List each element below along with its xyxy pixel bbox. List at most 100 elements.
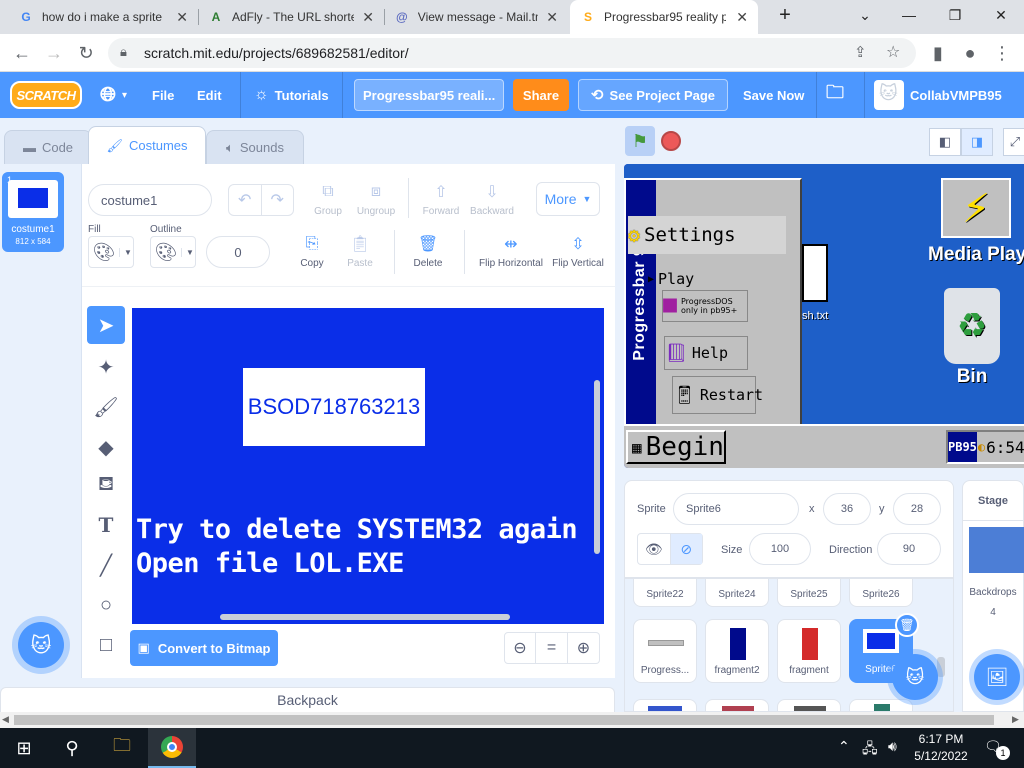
restore-icon[interactable]: ❐: [932, 0, 978, 30]
zoom-in-button[interactable]: ⊕: [568, 632, 600, 664]
menu-item-progressdos[interactable]: ⬛︎ ProgressDOS only in pb95+: [662, 290, 748, 322]
scroll-right-icon[interactable]: ▶: [1012, 714, 1019, 725]
choose-sprite-button[interactable]: 🐱︎: [892, 654, 938, 700]
sprite-tile[interactable]: [633, 699, 697, 711]
sprite-name-input[interactable]: Sprite6: [673, 493, 799, 525]
scroll-left-icon[interactable]: ◀: [2, 714, 9, 725]
sprite-tile[interactable]: fragment2: [705, 619, 769, 683]
stop-button[interactable]: [661, 131, 681, 151]
begin-button[interactable]: ▦ Begin: [626, 430, 726, 464]
tab-costumes[interactable]: 🖌︎ Costumes: [88, 126, 206, 164]
tab-code[interactable]: ▬ Code: [4, 130, 92, 164]
browser-tab-google[interactable]: G how do i make a sprite ✕: [8, 0, 198, 34]
sprite-tile[interactable]: Sprite22: [633, 579, 697, 607]
reload-icon[interactable]: ↻: [74, 41, 98, 65]
ungroup-button[interactable]: ⧈ Ungroup: [354, 182, 398, 217]
paste-button[interactable]: 📋︎ Paste: [340, 234, 380, 269]
save-now-button[interactable]: Save Now: [743, 72, 804, 118]
close-window-icon[interactable]: ✕: [978, 0, 1024, 30]
sprite-tile[interactable]: [705, 699, 769, 711]
canvas-vertical-scrollbar[interactable]: [594, 380, 600, 554]
tray-chevron-icon[interactable]: ⌃: [838, 738, 850, 755]
menu-item-settings[interactable]: ⚙︎ Settings: [628, 216, 786, 254]
tutorials-button[interactable]: ☼ Tutorials: [254, 72, 329, 118]
small-stage-button[interactable]: ◧: [929, 128, 961, 156]
new-tab-button[interactable]: +: [762, 0, 808, 30]
close-tab-icon[interactable]: ✕: [736, 9, 748, 26]
zoom-reset-button[interactable]: =: [536, 632, 568, 664]
x-input[interactable]: 36: [823, 493, 871, 525]
browser-tab-adfly[interactable]: A AdFly - The URL shorte ✕: [198, 0, 384, 34]
browser-tab-scratch[interactable]: S Progressbar95 reality p ✕: [570, 0, 758, 34]
bookmark-star-icon[interactable]: ☆: [886, 42, 900, 62]
redo-icon[interactable]: ↷: [260, 185, 294, 215]
tab-sounds[interactable]: 🔈︎ Sounds: [206, 130, 304, 164]
zoom-out-button[interactable]: ⊖: [504, 632, 536, 664]
text-tool[interactable]: T: [87, 506, 125, 544]
canvas-horizontal-scrollbar[interactable]: [220, 614, 510, 620]
scrollbar-thumb[interactable]: [14, 715, 994, 725]
select-tool[interactable]: ➤: [87, 306, 125, 344]
fill-tool[interactable]: ⛾: [87, 466, 125, 504]
menu-item-restart[interactable]: 📱︎ Restart: [672, 376, 763, 414]
file-menu[interactable]: File: [152, 72, 174, 118]
clock-time[interactable]: 6:17 PM: [908, 732, 974, 746]
sprite-tile[interactable]: Sprite25: [777, 579, 841, 607]
side-panel-icon[interactable]: ▮: [926, 41, 950, 65]
outline-width-input[interactable]: 0: [206, 236, 270, 268]
project-title-input[interactable]: Progressbar95 reali...: [354, 79, 504, 111]
paint-canvas[interactable]: BSOD718763213 Try to delete SYSTEM32 aga…: [132, 308, 604, 624]
size-input[interactable]: 100: [749, 533, 811, 565]
fullscreen-button[interactable]: ⤢: [1003, 128, 1024, 156]
brush-tool[interactable]: 🖌︎: [87, 388, 125, 426]
back-icon[interactable]: ←: [10, 41, 34, 65]
menu-item-play[interactable]: ▶ Play: [648, 270, 694, 288]
backward-button[interactable]: ⇩ Backward: [468, 182, 516, 217]
account-menu[interactable]: 🐱︎ CollabVMPB95: [874, 72, 1002, 118]
chrome-menu-icon[interactable]: ⋮: [990, 41, 1014, 65]
green-flag-button[interactable]: ⚑: [625, 126, 655, 156]
delete-sprite-trash-icon[interactable]: 🗑︎: [895, 613, 919, 637]
fill-color-picker[interactable]: 🎨︎ ▼: [88, 236, 134, 268]
circle-tool[interactable]: ○: [87, 586, 125, 624]
scratch-logo[interactable]: SCRATCH: [10, 81, 82, 109]
choose-costume-button[interactable]: 🐱︎: [18, 622, 64, 668]
search-icon[interactable]: ⚲: [48, 728, 96, 768]
close-tab-icon[interactable]: ✕: [176, 9, 188, 26]
my-stuff-folder-icon[interactable]: 🗀︎: [826, 72, 844, 118]
costume-name-input[interactable]: costume1: [88, 184, 212, 216]
sprite-tile[interactable]: Progress...: [633, 619, 697, 683]
hide-eye-icon[interactable]: ⊘: [669, 534, 702, 564]
volume-icon[interactable]: 🔊︎: [888, 738, 897, 755]
sprite-tile[interactable]: [777, 699, 841, 711]
sprite-tile[interactable]: [849, 699, 913, 711]
costume-tile-selected[interactable]: 1 costume1 812 x 584: [2, 172, 64, 252]
forward-button[interactable]: ⇧ Forward: [420, 182, 462, 217]
normal-stage-button[interactable]: ◨: [961, 128, 993, 156]
page-horizontal-scrollbar[interactable]: ◀ ▶: [0, 712, 1024, 728]
forward-icon[interactable]: →: [42, 41, 66, 65]
close-tab-icon[interactable]: ✕: [362, 9, 374, 26]
profile-icon[interactable]: ●: [958, 41, 982, 65]
tab-search-icon[interactable]: ⌄: [842, 0, 888, 30]
chrome-taskbar-icon[interactable]: [148, 728, 196, 768]
sprite-tile[interactable]: fragment: [777, 619, 841, 683]
network-icon[interactable]: 🖧︎: [862, 738, 878, 762]
stage-canvas[interactable]: ⚡︎ Media Player ♻︎ Bin sh.txt Progressba…: [624, 164, 1024, 468]
group-button[interactable]: ⧉ Group: [308, 182, 348, 217]
edit-menu[interactable]: Edit: [197, 72, 222, 118]
choose-backdrop-button[interactable]: 🖼︎: [974, 654, 1020, 700]
sprite-list-scrollbar[interactable]: [937, 657, 945, 677]
close-tab-icon[interactable]: ✕: [546, 9, 558, 26]
copy-button[interactable]: ⎘ Copy: [292, 234, 332, 269]
undo-icon[interactable]: ↶: [229, 185, 261, 215]
minimize-icon[interactable]: —: [886, 0, 932, 30]
convert-to-bitmap-button[interactable]: ▣ Convert to Bitmap: [130, 630, 278, 666]
see-project-page-button[interactable]: ⟲ See Project Page: [578, 79, 728, 111]
delete-button[interactable]: 🗑︎ Delete: [406, 234, 450, 269]
url-field[interactable]: 🔒︎ scratch.mit.edu/projects/689682581/ed…: [108, 38, 916, 68]
share-button[interactable]: Share: [513, 79, 569, 111]
rectangle-tool[interactable]: □: [87, 626, 125, 664]
line-tool[interactable]: ╱: [87, 546, 125, 584]
share-page-icon[interactable]: ⇪: [854, 43, 867, 61]
